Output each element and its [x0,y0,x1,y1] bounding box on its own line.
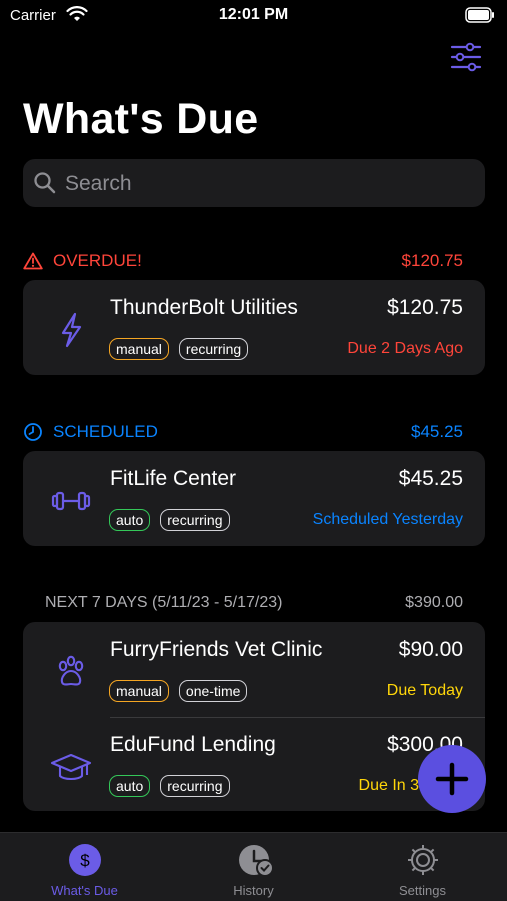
battery-icon [465,7,495,28]
next7-label: NEXT 7 DAYS (5/11/23 - 5/17/23) [45,594,283,611]
bill-row[interactable]: FurryFriends Vet Clinic $90.00 manual on… [23,622,485,717]
next7-card: FurryFriends Vet Clinic $90.00 manual on… [23,622,485,811]
lightning-bolt-icon [49,308,93,352]
plus-icon [418,762,486,817]
gear-icon [406,843,440,877]
next7-section-header: NEXT 7 DAYS (5/11/23 - 5/17/23) $390.00 [23,594,463,618]
bill-status: Due In 3 [358,777,419,794]
scheduled-label: SCHEDULED [53,422,158,441]
bill-row[interactable]: ThunderBolt Utilities $120.75 manual rec… [23,280,485,375]
overdue-label: OVERDUE! [53,251,142,270]
bill-row[interactable]: EduFund Lending $300.00 auto recurring D… [23,717,485,811]
bill-name: FurryFriends Vet Clinic [110,638,323,661]
filter-button[interactable] [448,42,488,74]
tag-recurring: recurring [160,509,230,531]
search-input[interactable] [63,159,467,209]
tag-auto: auto [109,509,151,531]
bill-amount: $90.00 [398,638,463,661]
scheduled-section-header: SCHEDULED $45.25 [23,422,463,446]
scheduled-card: FitLife Center $45.25 auto recurring Sch… [23,451,485,546]
tab-label: Settings [399,883,446,898]
tab-whats-due[interactable]: $ What's Due [0,833,169,901]
warning-triangle-icon [23,252,43,270]
bill-status: Scheduled Yesterday [312,511,463,528]
graduation-cap-icon [49,745,93,789]
history-check-icon [237,843,274,877]
overdue-section-header: OVERDUE! $120.75 [23,251,463,275]
bill-amount: $120.75 [387,296,463,319]
overdue-total: $120.75 [401,251,463,270]
bill-amount: $45.25 [398,467,463,490]
tag-recurring: recurring [178,338,249,360]
clock-icon [24,423,42,441]
bill-row[interactable]: FitLife Center $45.25 auto recurring Sch… [23,451,485,546]
bill-status: Due 2 Days Ago [347,340,463,357]
tab-label: What's Due [51,883,118,898]
svg-text:$: $ [80,851,90,870]
search-icon [33,171,57,200]
search-bar[interactable] [23,159,485,209]
bill-name: EduFund Lending [110,733,276,756]
tag-one-time: one-time [178,680,248,702]
tag-manual: manual [109,338,169,360]
tag-manual: manual [109,680,169,702]
status-bar: Carrier 12:01 PM [0,0,507,34]
tab-settings[interactable]: Settings [338,833,507,901]
sliders-icon [448,42,484,76]
tag-auto: auto [109,775,151,797]
tab-label: History [233,883,274,898]
paw-icon [49,650,93,694]
bill-name: FitLife Center [110,467,237,490]
bill-name: ThunderBolt Utilities [110,296,298,319]
overdue-card: ThunderBolt Utilities $120.75 manual rec… [23,280,485,375]
tab-bar: $ What's Due History Settings [0,832,507,901]
tab-history[interactable]: History [169,833,338,901]
next7-total: $390.00 [405,594,463,611]
tag-recurring: recurring [160,775,230,797]
page-title: What's Due [23,95,259,143]
dollar-circle-icon: $ [68,843,102,877]
scheduled-total: $45.25 [411,422,463,441]
bill-status: Due Today [386,682,463,699]
dumbbell-icon [49,479,93,523]
add-bill-button[interactable] [418,745,486,813]
status-time: 12:01 PM [218,6,289,23]
